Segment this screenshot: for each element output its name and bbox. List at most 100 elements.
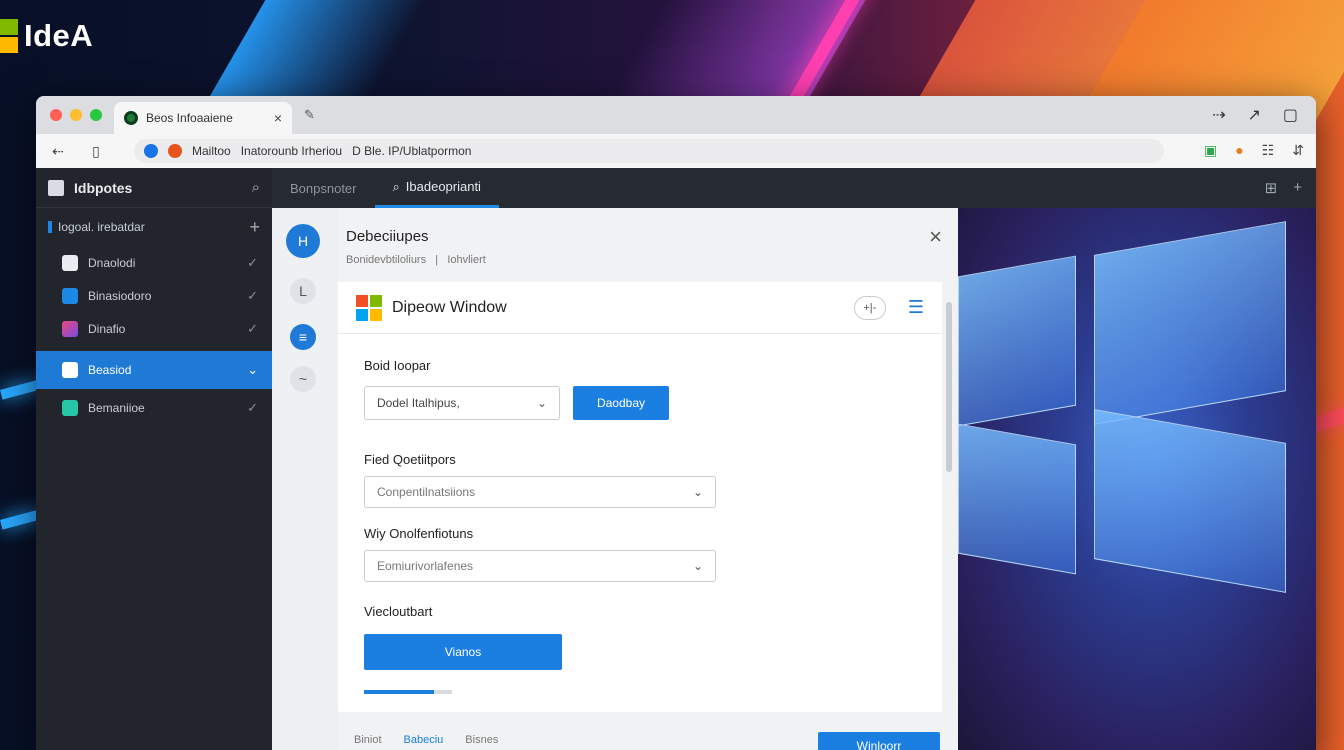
sidebar-item-label: Bemaniioe <box>88 401 145 415</box>
check-icon: ✓ <box>247 254 258 270</box>
select-field-2[interactable]: Conpentilnatsiions ⌄ <box>364 476 716 508</box>
site-favicon-icon <box>168 144 182 158</box>
card-title: Dipeow Window <box>392 298 507 316</box>
extension-circle-icon[interactable]: ● <box>1235 142 1243 159</box>
footer-link-3[interactable]: Bisnes <box>465 734 498 746</box>
wave-icon[interactable]: ~ <box>290 366 316 392</box>
new-tab-icon[interactable]: ✎ <box>304 107 315 123</box>
chevron-down-icon: ⌄ <box>692 559 703 573</box>
scroll-thumb[interactable] <box>946 302 952 472</box>
chevron-down-icon: ⌄ <box>247 362 258 377</box>
app-logo-icon <box>48 179 64 196</box>
sidebar-item-2[interactable]: Binasiodoro ✓ <box>36 279 272 312</box>
list-icon[interactable]: ≡ <box>290 324 316 350</box>
sidebar-item-label: Dinafio <box>88 321 126 336</box>
tab-close-icon[interactable]: × <box>274 110 282 126</box>
field-label-2: Fied Qoetiitpors <box>364 452 456 467</box>
windows-pane-bottom-left <box>958 423 1076 575</box>
windows-pane-bottom-right <box>1094 409 1286 593</box>
check-icon: ✓ <box>247 320 258 336</box>
footer-link-1[interactable]: Biniot <box>354 734 382 746</box>
chevron-down-icon: ⌄ <box>692 485 703 499</box>
sidebar-title: Idbpotes <box>74 179 133 196</box>
sidebar-header: Idbpotes ⌕ <box>36 168 272 208</box>
sidebar-item-5[interactable]: Bemaniioe ✓ <box>36 389 272 427</box>
scrollbar[interactable] <box>944 290 954 710</box>
tab-favicon-icon <box>124 111 138 125</box>
address-site: Mailtoo <box>192 144 231 158</box>
select-value: Conpentilnatsiions <box>377 485 476 499</box>
card-header: Dipeow Window +|- ☰ <box>338 282 942 334</box>
sidebar-item-4-active[interactable]: Beasiod ⌄ <box>36 351 272 389</box>
pin-icon[interactable]: ↗ <box>1247 105 1260 125</box>
home-icon[interactable]: H <box>286 224 320 258</box>
back-icon[interactable]: ⇠ <box>46 143 70 160</box>
add-icon[interactable]: + <box>249 217 260 238</box>
select-field-3[interactable]: Eomiurivorlafenes ⌄ <box>364 550 716 582</box>
check-icon: ✓ <box>247 287 258 303</box>
primary-action-button[interactable]: Daodbay <box>573 386 669 420</box>
sidebar-item-1[interactable]: Dnaolodi ✓ <box>36 246 272 279</box>
tab-label: Bonpsnoter <box>290 180 357 196</box>
windows-icon <box>62 362 78 378</box>
top-nav: Bonpsnoter ⌕ Ibadeoprianti ⊞ + <box>272 168 1316 208</box>
layers-icon[interactable]: L <box>290 278 316 304</box>
sidebar-item-icon <box>62 287 78 304</box>
panel-footer: Biniot Babeciu Bisnes Winloorr <box>338 724 958 750</box>
main-panel: Debeciiupes Bonidevbtiloliurs | Iohvlier… <box>338 208 958 750</box>
layout-icon[interactable]: ⊞ <box>1265 179 1278 197</box>
tab-strip: Beos Infoaaiene × ✎ ⇢ ↗ ▢ <box>36 96 1316 134</box>
zoom-pill[interactable]: +|- <box>853 295 886 320</box>
sidebar-section-label: Iogoal. irebatdar <box>58 220 145 234</box>
footer-button[interactable]: Winloorr <box>818 732 940 750</box>
add-icon[interactable]: + <box>1293 179 1302 197</box>
tab-label: Ibadeoprianti <box>405 179 481 194</box>
sidebar: Idbpotes ⌕ Iogoal. irebatdar + Dnaolodi … <box>36 168 272 750</box>
extension-sort-icon[interactable]: ⇵ <box>1292 142 1304 159</box>
window-controls: ⇢ ↗ ▢ <box>1212 105 1298 125</box>
select-value: Eomiurivorlafenes <box>377 559 474 573</box>
sidebar-section: Iogoal. irebatdar + <box>36 208 272 246</box>
sidebar-item-label: Beasiod <box>88 363 132 377</box>
icon-rail: H L ≡ ~ <box>272 208 338 750</box>
field-label-3: Wiy Onolfenfiotuns <box>364 526 474 541</box>
panel-subtitle-left: Bonidevbtiloliurs <box>346 254 427 266</box>
browser-window: Beos Infoaaiene × ✎ ⇢ ↗ ▢ ⇠ ▯ Mailtoo In… <box>36 96 1316 750</box>
windows-pane-top-left <box>958 255 1076 427</box>
tab-bonpsnoter[interactable]: Bonpsnoter <box>272 168 375 208</box>
browser-toolbar: ⇠ ▯ Mailtoo Inatorounb Irheriou D Ble. I… <box>36 134 1316 168</box>
footer-link-2[interactable]: Babeciu <box>404 734 444 746</box>
windows-logo-icon <box>356 294 382 321</box>
check-icon: ✓ <box>247 400 258 415</box>
extension-list-icon[interactable]: ☷ <box>1262 142 1275 159</box>
sidebar-item-icon <box>62 254 78 271</box>
sidebar-item-icon <box>62 320 78 337</box>
arrow-icon[interactable]: ⇢ <box>1212 105 1225 125</box>
brand: IdeA <box>0 18 93 54</box>
close-window-button[interactable] <box>50 109 62 121</box>
select-field-1[interactable]: Dodel Italhipus, ⌄ <box>364 386 560 420</box>
tab-ibadeoprianti[interactable]: ⌕ Ibadeoprianti <box>374 168 499 208</box>
address-bar[interactable]: Mailtoo Inatorounb Irheriou D Ble. IP/Ub… <box>134 139 1164 163</box>
browser-tab[interactable]: Beos Infoaaiene × <box>114 102 292 134</box>
sidebar-item-icon <box>62 400 78 416</box>
search-icon: ⌕ <box>392 178 400 194</box>
windows-pane-top-right <box>1094 221 1286 425</box>
maximize-window-button[interactable] <box>90 109 102 121</box>
submit-button[interactable]: Vianos <box>364 634 562 670</box>
address-segment-2: D Ble. IP/Ublatpormon <box>352 144 472 158</box>
sidebar-item-3[interactable]: Dinafio ✓ <box>36 312 272 345</box>
chevron-down-icon: ⌄ <box>536 396 547 410</box>
extension-grid-icon[interactable]: ▣ <box>1204 142 1217 159</box>
search-icon[interactable]: ⌕ <box>252 179 260 196</box>
field-label-1: Boid Ioopar <box>364 358 431 373</box>
page-icon[interactable]: ▯ <box>84 143 108 160</box>
minimize-window-button[interactable] <box>70 109 82 121</box>
top-nav-actions: ⊞ + <box>1265 179 1302 197</box>
restore-icon[interactable]: ▢ <box>1283 105 1298 125</box>
menu-icon[interactable]: ☰ <box>908 297 924 318</box>
field-label-4: Viecloutbart <box>364 604 433 619</box>
close-icon[interactable]: × <box>929 224 942 250</box>
desktop-preview <box>958 208 1316 750</box>
progress-fill <box>364 690 435 694</box>
